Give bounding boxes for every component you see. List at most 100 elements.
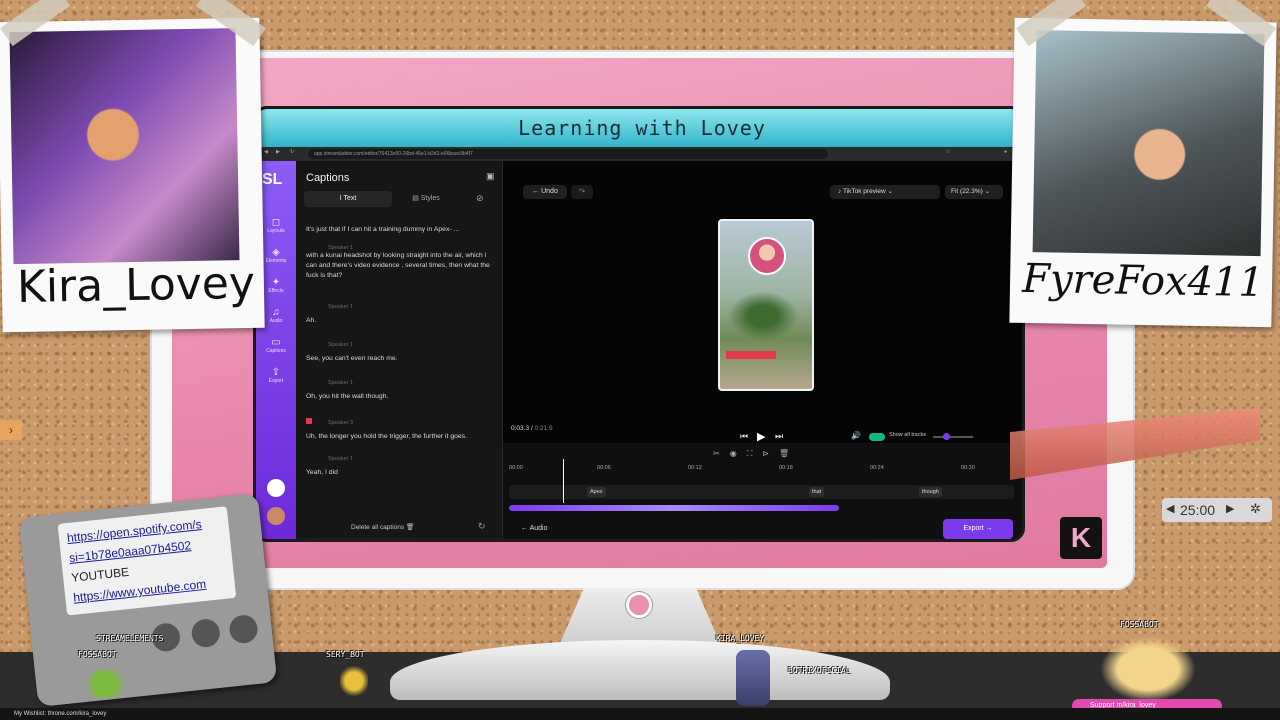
timeline-tick: 00:06 — [597, 465, 611, 471]
speaker-label[interactable]: Speaker 3 — [306, 418, 496, 426]
chevron-down-icon: ⌄ — [984, 188, 991, 195]
facecam-overlay — [748, 237, 786, 275]
sidebar-item-export[interactable]: ⇪ Export — [256, 367, 296, 384]
captions-panel: Captions ▣ I Text ▤ Styles ⊘ It's just t… — [296, 161, 503, 539]
caption-entry[interactable]: Speaker 1 See, you can't even reach me. — [306, 342, 496, 364]
webcam-feed-right — [1032, 30, 1265, 257]
caption-track[interactable]: Apex that though — [509, 485, 1014, 499]
caption-entry[interactable]: It's just that if I can hit a training d… — [306, 225, 496, 235]
caption-chip[interactable]: though — [919, 487, 942, 497]
skip-back-icon[interactable]: ⏮ — [740, 431, 748, 442]
timeline-tick: 00:00 — [509, 465, 523, 471]
panel-title: Captions — [306, 172, 350, 184]
show-all-tracks-toggle[interactable] — [869, 433, 885, 441]
bookmark-icon[interactable]: ☆ — [946, 149, 950, 155]
bot-label: KIRA_LOVEY — [716, 634, 765, 643]
streamer-name-right: FyreFox411 — [1021, 255, 1265, 307]
back-icon[interactable]: ◀ — [264, 149, 268, 155]
marker-icon[interactable]: ◉ — [730, 449, 747, 458]
speaker-label[interactable]: Speaker 1 — [328, 456, 496, 462]
webcam-left: Kira_Lovey — [0, 17, 265, 333]
zoom-slider-handle[interactable] — [943, 433, 950, 440]
caption-chip[interactable]: that — [809, 487, 825, 497]
refresh-icon[interactable]: ↻ — [478, 521, 486, 532]
knob-icon — [190, 617, 222, 649]
timeline-tick: 00:12 — [688, 465, 702, 471]
chevron-down-icon: ⌄ — [887, 188, 893, 195]
show-all-tracks-label: Show all tracks — [889, 432, 926, 438]
tab-text[interactable]: I Text — [304, 191, 392, 207]
speaker-label[interactable]: Speaker 1 — [328, 380, 496, 386]
skip-forward-icon[interactable]: ⏭ — [775, 431, 783, 442]
reset-styles-icon[interactable]: ⊘ — [476, 193, 484, 204]
music-player-widget: https://open.spotify.com/s si=1b78e0aaa0… — [18, 492, 278, 708]
webcam-feed-left — [9, 28, 240, 265]
k-logo: K — [1060, 517, 1102, 559]
banner-title: Learning with Lovey — [256, 109, 1022, 147]
timeline: ✂◉⛶⊳🗑 00:00 00:06 00:12 00:18 00:24 00:3… — [503, 443, 1022, 539]
bot-label: FOSSABOT — [78, 650, 117, 659]
caption-overlay — [726, 351, 776, 359]
play-icon[interactable]: ▶ — [757, 430, 765, 443]
webcam-right: FyreFox411 — [1009, 17, 1277, 328]
bottom-ticker: My Wishlist: throne.com/kira_lovey — [0, 708, 1280, 720]
streamladder-logo: SL — [262, 171, 283, 188]
zoom-fit-select[interactable]: Fit (22.3%) ⌄ — [945, 185, 1003, 199]
fullscreen-icon[interactable]: ⛶ — [747, 449, 763, 458]
bot-label: FOSSABOT — [1120, 620, 1159, 629]
bot-label: BOTRIXOFICIAL — [788, 666, 851, 675]
delete-all-captions-button[interactable]: Delete all captions 🗑 — [351, 523, 414, 531]
timeline-zoom-slider[interactable] — [933, 436, 973, 438]
armored-sprite — [736, 650, 770, 706]
speaker-label[interactable]: Speaker 1 — [328, 304, 496, 310]
playhead[interactable] — [563, 459, 564, 503]
tab-styles[interactable]: ▤ Styles — [396, 191, 456, 207]
trim-icon[interactable]: ⊳ — [762, 449, 779, 458]
preview-area: ← Undo ↷ ♪ TikTok preview ⌄ Fit (22.3%) … — [503, 161, 1022, 432]
caption-entry[interactable]: Speaker 1 Ah. — [306, 304, 496, 326]
forward-icon[interactable]: ▶ — [276, 149, 280, 155]
power-button-icon — [626, 592, 652, 618]
pomodoro-timer: ◀ 25:00 ▶ ✲ — [1162, 498, 1272, 522]
youtube-heading: YOUTUBE — [70, 564, 130, 585]
speaker-color-swatch[interactable] — [306, 418, 312, 424]
timeline-tick: 00:24 — [870, 465, 884, 471]
cat-sprite — [1100, 636, 1196, 702]
export-button[interactable]: Export → — [943, 519, 1013, 539]
export-icon: ⇪ — [271, 367, 281, 378]
speaker-label[interactable]: Speaker 1 — [328, 342, 496, 348]
profile-icon[interactable]: ● — [1004, 149, 1007, 155]
timer-value: 25:00 — [1180, 502, 1216, 518]
audio-back-link[interactable]: ← Audio — [521, 525, 547, 532]
url-bar[interactable]: app.streamladder.com/editor/76413e50-26b… — [308, 149, 828, 159]
side-arrow-icon: › — [0, 420, 22, 440]
preview-mode-select[interactable]: ♪ TikTok preview ⌄ — [830, 185, 940, 199]
settings-icon: ✲ — [1250, 501, 1261, 516]
sidebar-item-captions[interactable]: ▭ Captions — [256, 337, 296, 354]
caption-chip[interactable]: Apex — [587, 487, 606, 497]
redo-button[interactable]: ↷ — [571, 185, 593, 199]
avatar[interactable] — [267, 507, 285, 525]
trash-icon: 🗑 — [405, 524, 415, 531]
help-icon[interactable] — [267, 479, 285, 497]
split-icon[interactable]: ✂ — [713, 449, 730, 458]
knob-icon — [228, 613, 259, 645]
timeline-tools: ✂◉⛶⊳🗑 — [713, 449, 799, 459]
undo-button[interactable]: ← Undo — [523, 185, 567, 199]
caption-entry[interactable]: Speaker 1 Oh, you hit the wall though. — [306, 380, 496, 402]
reload-icon[interactable]: ↻ — [290, 149, 294, 155]
caption-entry[interactable]: Speaker 1 with a kunai headshot by looki… — [306, 245, 496, 281]
audio-track[interactable] — [509, 505, 839, 511]
delete-icon[interactable]: 🗑 — [779, 449, 799, 458]
video-preview[interactable] — [718, 219, 814, 391]
playback-controls: ⏮ ▶ ⏭ 🔊 Show all tracks — [503, 430, 1022, 443]
volume-icon[interactable]: 🔊 — [851, 431, 861, 440]
caption-entry[interactable]: Speaker 3 Uh, the longer you hold the tr… — [306, 418, 496, 442]
caption-entry[interactable]: Speaker 1 Yeah, I did — [306, 456, 496, 478]
browser-bar: ◀ ▶ ↻ app.streamladder.com/editor/76413e… — [256, 147, 1022, 161]
chevron-left-icon: ◀ — [1166, 503, 1175, 515]
styles-icon: ▤ — [412, 195, 421, 202]
timeline-tick: 00:30 — [961, 465, 975, 471]
gameplay-scene — [728, 291, 798, 341]
panel-toggle-icon[interactable]: ▣ — [486, 171, 495, 182]
